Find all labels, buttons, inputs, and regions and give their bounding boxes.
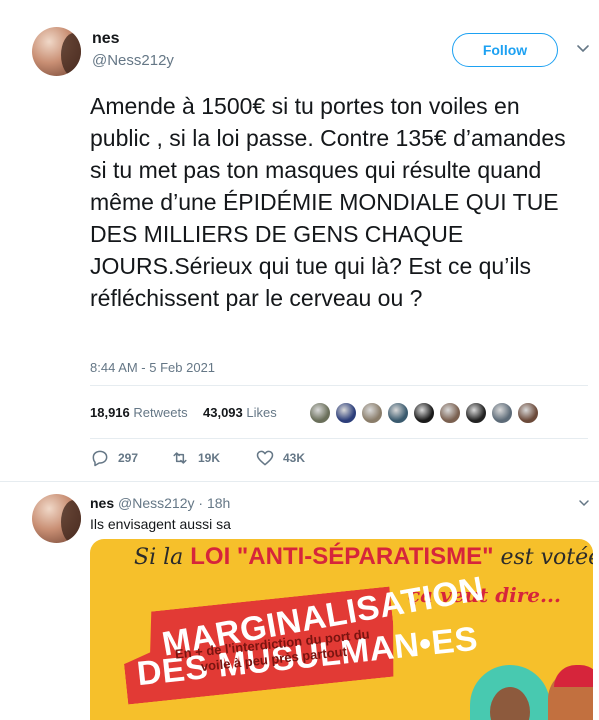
liker-avatar[interactable] — [412, 401, 436, 425]
liker-avatar[interactable] — [490, 401, 514, 425]
retweets-count: 18,916 — [90, 405, 130, 420]
user-handle[interactable]: @Ness212y — [92, 52, 174, 69]
reply-tweet[interactable]: nes @Ness212y · 18h Ils envisagent aussi… — [0, 483, 599, 720]
poster-headline-prefix: Si la — [134, 545, 191, 570]
like-action[interactable]: 43K — [255, 448, 305, 468]
liker-avatar[interactable] — [464, 401, 488, 425]
poster-figure-person — [548, 665, 593, 720]
display-name[interactable]: nes — [92, 30, 120, 48]
liker-avatar[interactable] — [360, 401, 384, 425]
liker-avatar[interactable] — [308, 401, 332, 425]
reply-display-name[interactable]: nes — [90, 495, 114, 511]
avatar[interactable] — [32, 494, 81, 543]
poster-law-name: LOI "ANTI-SÉPARATISME" — [190, 543, 494, 570]
follow-button[interactable]: Follow — [452, 33, 558, 67]
reply-count: 297 — [118, 451, 139, 465]
tweet-actions: 297 19K 43K — [90, 448, 490, 470]
chevron-down-icon[interactable] — [578, 497, 590, 509]
likes-count: 43,093 — [203, 405, 243, 420]
stats-row: 18,916 Retweets 43,093 Likes — [90, 385, 588, 439]
separator-dot: · — [198, 495, 204, 511]
retweet-icon — [173, 452, 187, 464]
liker-avatar[interactable] — [438, 401, 462, 425]
poster-headline: Si la LOI "ANTI-SÉPARATISME" est votée — [134, 543, 593, 571]
timestamp[interactable]: 8:44 AM - 5 Feb 2021 — [90, 360, 215, 375]
likes-stat[interactable]: 43,093 Likes — [203, 405, 277, 420]
main-tweet: nes @Ness212y Follow Amende à 1500€ si t… — [0, 0, 599, 482]
reply-time[interactable]: 18h — [207, 495, 230, 511]
media-image[interactable]: Si la LOI "ANTI-SÉPARATISME" est votée ç… — [90, 539, 593, 720]
liker-avatar[interactable] — [516, 401, 540, 425]
like-count: 43K — [283, 451, 306, 465]
liker-avatar[interactable] — [334, 401, 358, 425]
tweet-text: Amende à 1500€ si tu portes ton voiles e… — [90, 93, 566, 311]
poster-figure-hijab — [470, 665, 550, 720]
poster-headline-suffix: est votée — [493, 545, 593, 570]
heart-icon — [256, 450, 274, 466]
reply-action[interactable]: 297 — [90, 448, 138, 468]
retweet-action[interactable]: 19K — [170, 448, 220, 468]
retweet-count: 19K — [198, 451, 221, 465]
reply-header: nes @Ness212y · 18h — [90, 495, 230, 511]
avatar[interactable] — [32, 27, 81, 76]
likes-label: Likes — [246, 405, 277, 420]
retweets-stat[interactable]: 18,916 Retweets — [90, 405, 188, 420]
retweets-label: Retweets — [133, 405, 188, 420]
reply-text: Ils envisagent aussi sa — [90, 516, 231, 532]
liker-avatar[interactable] — [386, 401, 410, 425]
reply-icon — [92, 450, 108, 467]
chevron-down-icon[interactable] — [576, 42, 590, 56]
reply-handle[interactable]: @Ness212y — [118, 495, 194, 511]
